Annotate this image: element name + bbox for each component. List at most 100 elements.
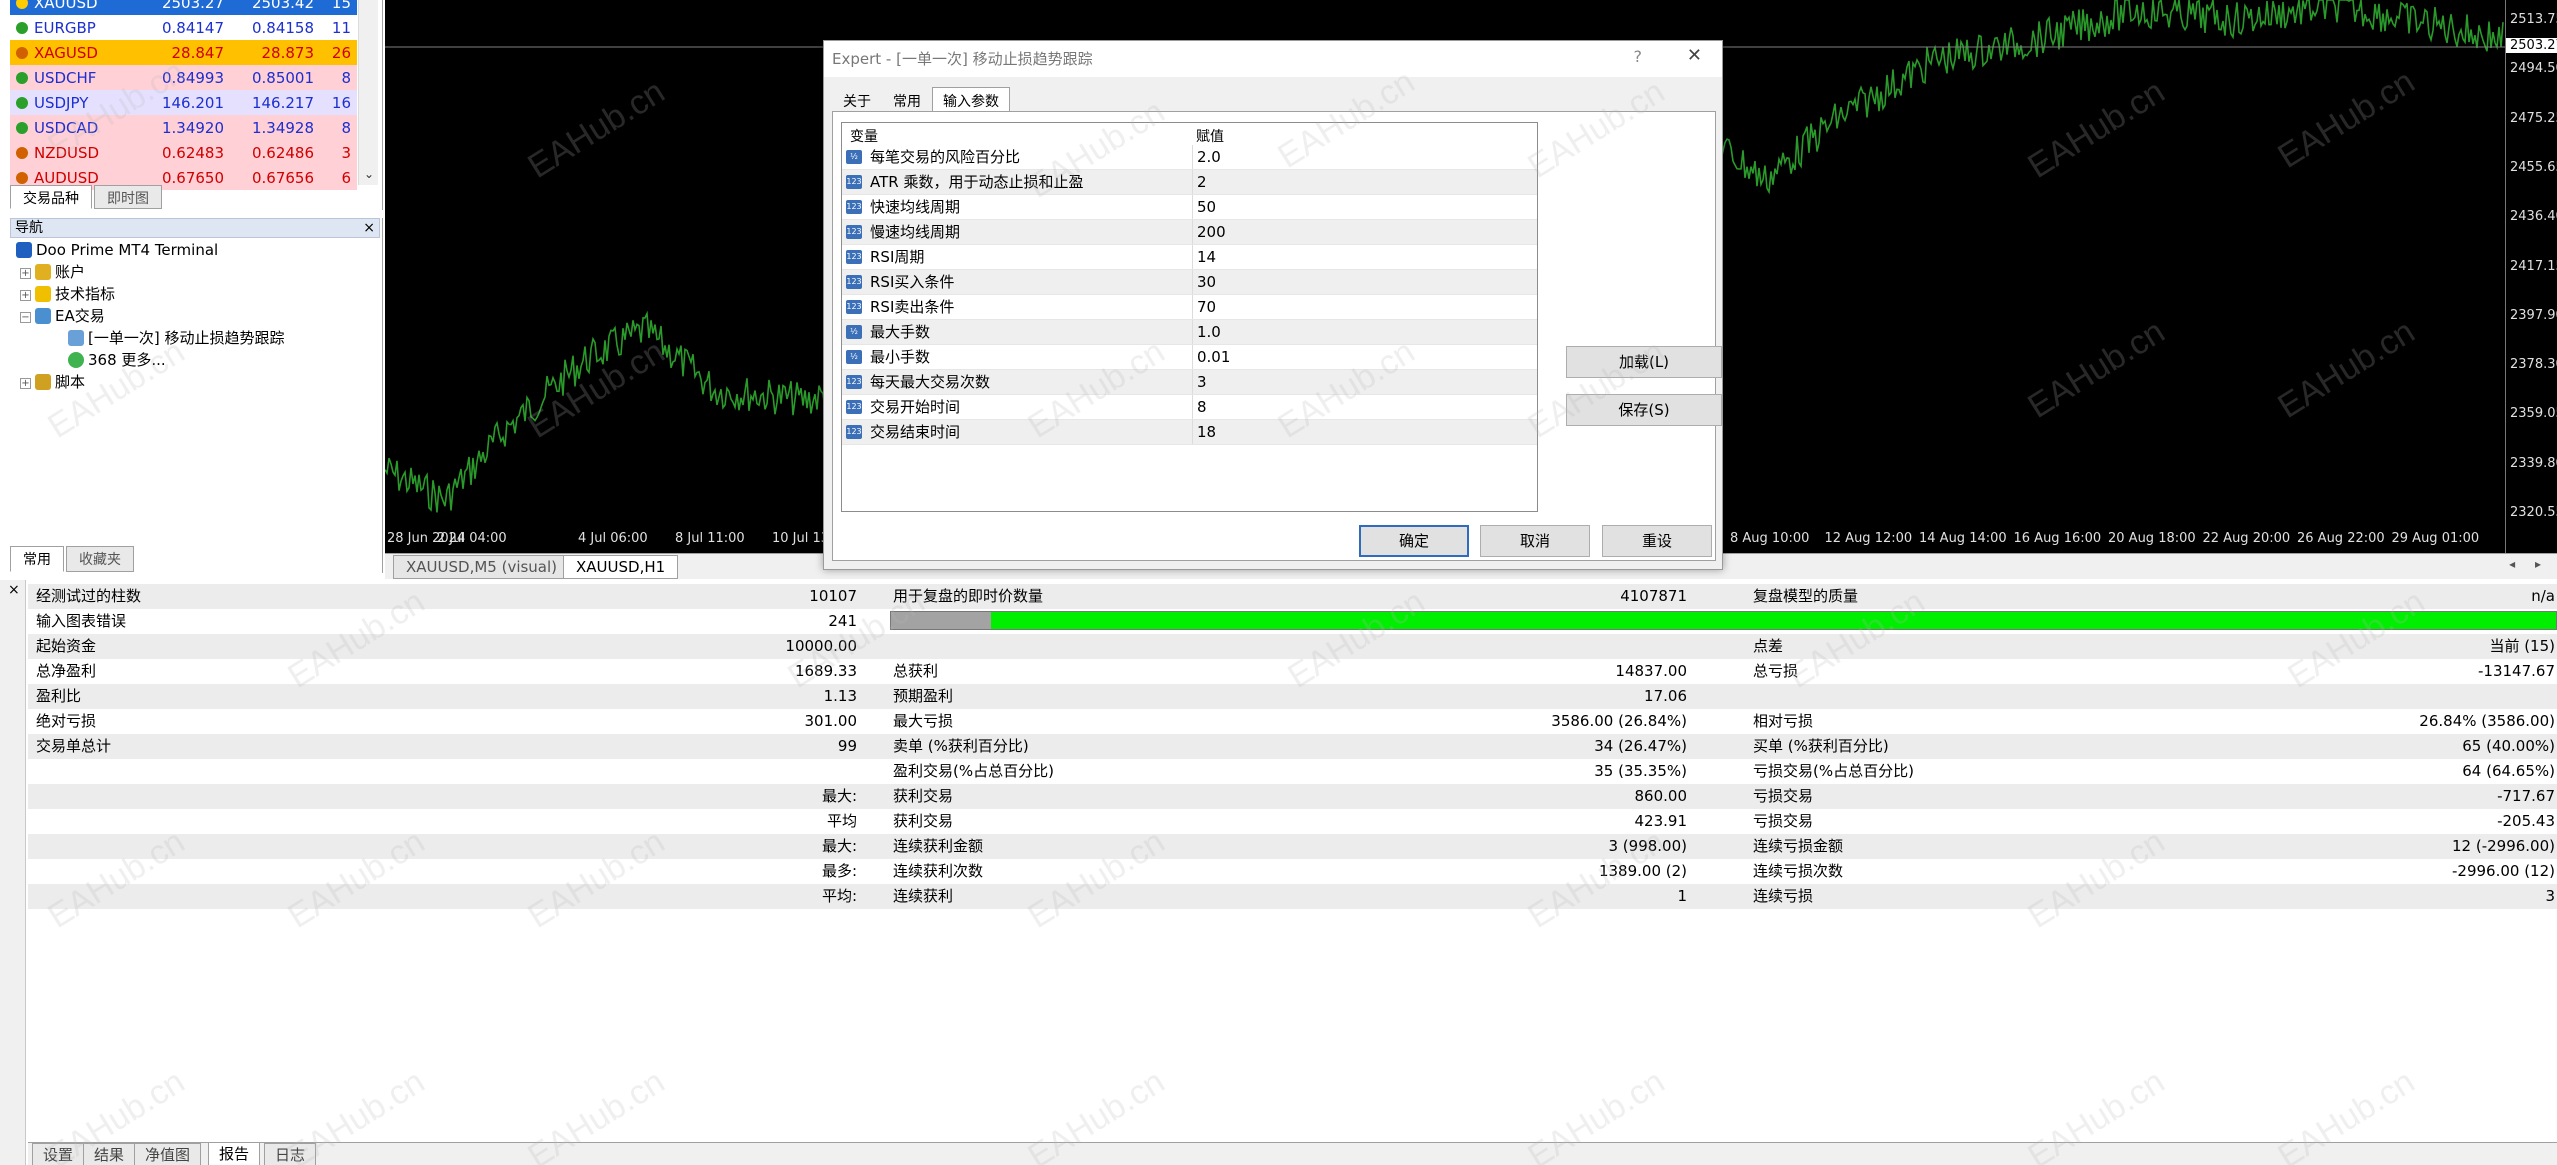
market-row[interactable]: EURGBP 0.84147 0.84158 11 bbox=[10, 15, 357, 40]
tree-item-experts[interactable]: − EA交易 bbox=[20, 306, 105, 326]
navigator-close-button[interactable]: × bbox=[363, 219, 375, 237]
param-name: 快速均线周期 bbox=[870, 198, 961, 216]
report-value: 35 (35.35%) bbox=[1594, 762, 1687, 780]
collapse-icon[interactable]: − bbox=[20, 312, 31, 323]
tab-chart-h1[interactable]: XAUUSD,H1 bbox=[563, 555, 679, 579]
symbol-diamond-icon bbox=[16, 21, 28, 34]
param-value[interactable]: 3 bbox=[1192, 370, 1207, 394]
market-watch-table: XAUUSD 2503.27 2503.42 15 EURGBP 0.84147 0.841… bbox=[10, 0, 357, 190]
market-watch-panel: XAUUSD 2503.27 2503.42 15 EURGBP 0.84147 0.841… bbox=[0, 0, 383, 210]
report-label: 交易单总计 bbox=[36, 737, 112, 755]
param-value[interactable]: 18 bbox=[1192, 420, 1216, 444]
input-param-row[interactable]: 123 慢速均线周期 200 bbox=[842, 220, 1537, 245]
param-value[interactable]: 50 bbox=[1192, 195, 1216, 219]
tab-symbols[interactable]: 交易品种 bbox=[10, 185, 92, 209]
input-param-row[interactable]: 123 交易结束时间 18 bbox=[842, 420, 1537, 445]
report-label: 点差 bbox=[1753, 637, 1784, 655]
param-type-icon: ½ bbox=[846, 150, 862, 164]
tab-tick-chart[interactable]: 即时图 bbox=[94, 185, 162, 209]
market-row[interactable]: USDCHF 0.84993 0.85001 8 bbox=[10, 65, 357, 90]
input-param-row[interactable]: ½ 最小手数 0.01 bbox=[842, 345, 1537, 370]
expand-icon[interactable]: + bbox=[20, 268, 31, 279]
tree-item-label: 账户 bbox=[55, 263, 86, 281]
input-param-row[interactable]: 123 快速均线周期 50 bbox=[842, 195, 1537, 220]
tree-item-accounts[interactable]: + 账户 bbox=[20, 262, 85, 282]
param-value[interactable]: 70 bbox=[1192, 295, 1216, 319]
current-price-label: 2503.27 bbox=[2506, 38, 2557, 53]
market-row[interactable]: USDCAD 1.34920 1.34928 8 bbox=[10, 115, 357, 140]
input-param-row[interactable]: ½ 最大手数 1.0 bbox=[842, 320, 1537, 345]
help-icon[interactable]: ? bbox=[1634, 47, 1643, 66]
tab-favorites[interactable]: 收藏夹 bbox=[66, 546, 134, 572]
param-value[interactable]: 14 bbox=[1192, 245, 1216, 269]
report-row: 盈利交易(%占总百分比) 35 (35.35%) 亏损交易(%占总百分比) 64 (6… bbox=[28, 759, 2557, 784]
tab-settings[interactable]: 设置 bbox=[32, 1143, 85, 1165]
param-value[interactable]: 2 bbox=[1192, 170, 1207, 194]
market-bid-text: 1.34920 bbox=[161, 118, 224, 137]
reset-button[interactable]: 重设 bbox=[1602, 525, 1712, 557]
market-row[interactable]: NZDUSD 0.62483 0.62486 3 bbox=[10, 140, 357, 165]
tab-journal[interactable]: 日志 bbox=[264, 1143, 317, 1165]
tree-root[interactable]: Doo Prime MT4 Terminal bbox=[16, 240, 218, 260]
param-value[interactable]: 1.0 bbox=[1192, 320, 1221, 344]
input-param-row[interactable]: 123 交易开始时间 8 bbox=[842, 395, 1537, 420]
param-value[interactable]: 2.0 bbox=[1192, 145, 1221, 169]
tab-report[interactable]: 报告 bbox=[208, 1143, 261, 1165]
tab-scroll-arrows[interactable]: ◂ ▸ bbox=[2509, 557, 2549, 571]
report-value: 当前 (15) bbox=[2489, 637, 2555, 655]
report-value: 26.84% (3586.00) bbox=[2419, 712, 2555, 730]
input-param-row[interactable]: 123 RSI周期 14 bbox=[842, 245, 1537, 270]
report-value: 平均 bbox=[826, 812, 857, 830]
report-value: 1 bbox=[1677, 887, 1687, 905]
tab-chart-m5-visual[interactable]: XAUUSD,M5 (visual) bbox=[393, 555, 571, 579]
market-symbol: USDCHF bbox=[10, 65, 140, 90]
param-value[interactable]: 8 bbox=[1192, 395, 1207, 419]
ok-button[interactable]: 确定 bbox=[1359, 525, 1469, 557]
market-row[interactable]: XAGUSD 28.847 28.873 26 bbox=[10, 40, 357, 65]
input-param-row[interactable]: 123 RSI卖出条件 70 bbox=[842, 295, 1537, 320]
expand-icon[interactable]: + bbox=[20, 378, 31, 389]
dialog-title-bar[interactable]: Expert - [一单一次] 移动止损趋势跟踪 ? ✕ bbox=[824, 41, 1722, 77]
tree-item-expert-trailing[interactable]: [一单一次] 移动止损趋势跟踪 bbox=[68, 328, 284, 348]
time-tick-label: 26 Aug 22:00 bbox=[2297, 531, 2385, 546]
expand-icon[interactable]: + bbox=[20, 290, 31, 301]
input-param-row[interactable]: ½ 每笔交易的风险百分比 2.0 bbox=[842, 145, 1537, 170]
report-value: 10107 bbox=[809, 587, 857, 605]
dialog-close-button[interactable]: ✕ bbox=[1687, 45, 1702, 66]
report-value: 14837.00 bbox=[1615, 662, 1687, 680]
input-param-row[interactable]: 123 每天最大交易次数 3 bbox=[842, 370, 1537, 395]
scroll-down-icon[interactable]: ⌄ bbox=[364, 167, 374, 181]
tab-common[interactable]: 常用 bbox=[10, 546, 64, 572]
report-value: 17.06 bbox=[1644, 687, 1687, 705]
param-value[interactable]: 0.01 bbox=[1192, 345, 1230, 369]
param-value[interactable]: 200 bbox=[1192, 220, 1226, 244]
market-spread-text: 3 bbox=[341, 143, 351, 162]
param-type-icon: 123 bbox=[846, 425, 862, 439]
inputs-table: 变量 赋值 ½ 每笔交易的风险百分比 2.0 123 ATR 乘数，用于动态止损和止盈 2… bbox=[841, 122, 1538, 512]
market-watch-scrollbar[interactable]: ⌄ bbox=[358, 0, 378, 185]
report-label: 连续获利 bbox=[893, 887, 954, 905]
market-symbol: XAGUSD bbox=[10, 40, 140, 65]
tree-item-indicators[interactable]: + 技术指标 bbox=[20, 284, 115, 304]
tab-results[interactable]: 结果 bbox=[83, 1143, 136, 1165]
report-label: 复盘模型的质量 bbox=[1753, 587, 1859, 605]
tree-item-scripts[interactable]: + 脚本 bbox=[20, 372, 85, 392]
input-param-row[interactable]: 123 ATR 乘数，用于动态止损和止盈 2 bbox=[842, 170, 1537, 195]
param-value[interactable]: 30 bbox=[1192, 270, 1216, 294]
market-ask: 146.217 bbox=[230, 90, 320, 115]
param-type-icon: 123 bbox=[846, 250, 862, 264]
save-button[interactable]: 保存(S) bbox=[1566, 394, 1722, 426]
load-button[interactable]: 加载(L) bbox=[1566, 346, 1722, 378]
report-label: 经测试过的柱数 bbox=[36, 587, 142, 605]
script-icon bbox=[35, 374, 51, 390]
market-row[interactable]: XAUUSD 2503.27 2503.42 15 bbox=[10, 0, 357, 15]
tree-item-more[interactable]: 368 更多... bbox=[68, 350, 166, 370]
market-bid: 2503.27 bbox=[140, 0, 230, 15]
tester-close-button[interactable]: × bbox=[8, 582, 20, 598]
cancel-button[interactable]: 取消 bbox=[1480, 525, 1590, 557]
market-row[interactable]: USDJPY 146.201 146.217 16 bbox=[10, 90, 357, 115]
tree-item-label: 368 更多... bbox=[88, 351, 166, 369]
input-param-row[interactable]: 123 RSI买入条件 30 bbox=[842, 270, 1537, 295]
market-symbol: NZDUSD bbox=[10, 140, 140, 165]
tab-equity-graph[interactable]: 净值图 bbox=[134, 1143, 202, 1165]
